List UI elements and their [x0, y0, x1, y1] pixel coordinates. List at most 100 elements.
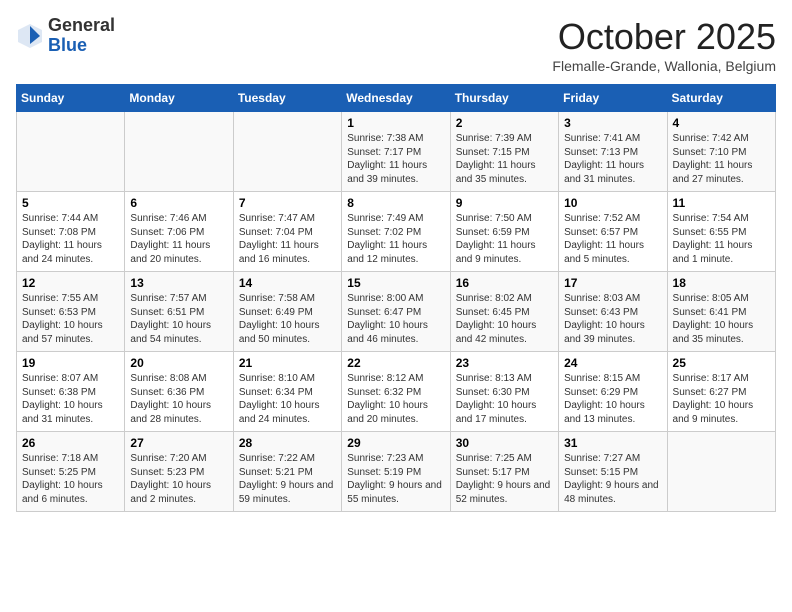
day-info: Sunrise: 8:02 AM Sunset: 6:45 PM Dayligh… [456, 292, 553, 346]
calendar-cell: 19Sunrise: 8:07 AM Sunset: 6:38 PM Dayli… [17, 352, 125, 432]
day-info: Sunrise: 8:13 AM Sunset: 6:30 PM Dayligh… [456, 372, 553, 426]
calendar-cell: 4 Sunrise: 7:42 AM Sunset: 7:10 PM Daylig… [667, 112, 775, 192]
weekday-header: Monday [125, 85, 233, 112]
day-number: 23 [456, 356, 553, 370]
calendar-cell: 1Sunrise: 7:38 AM Sunset: 7:17 PM Daylig… [342, 112, 450, 192]
page-header: General Blue October 2025 Flemalle-Grand… [16, 16, 776, 74]
weekday-header: Saturday [667, 85, 775, 112]
day-info: Sunrise: 7:41 AM Sunset: 7:13 PM Dayligh… [564, 132, 661, 186]
day-info: Sunrise: 8:03 AM Sunset: 6:43 PM Dayligh… [564, 292, 661, 346]
location-subtitle: Flemalle-Grande, Wallonia, Belgium [552, 58, 776, 74]
weekday-header: Friday [559, 85, 667, 112]
day-info: Sunrise: 8:17 AM Sunset: 6:27 PM Dayligh… [673, 372, 770, 426]
day-number: 11 [673, 196, 770, 210]
day-info: Sunrise: 7:18 AM Sunset: 5:25 PM Dayligh… [22, 452, 119, 506]
day-info: Sunrise: 7:23 AM Sunset: 5:19 PM Dayligh… [347, 452, 444, 506]
month-title: October 2025 [552, 16, 776, 58]
calendar-cell: 12 Sunrise: 7:55 AM Sunset: 6:53 PM Dayli… [17, 272, 125, 352]
day-number: 4 [673, 116, 770, 130]
calendar-cell: 31Sunrise: 7:27 AM Sunset: 5:15 PM Dayli… [559, 432, 667, 512]
calendar-cell: 17 Sunrise: 8:03 AM Sunset: 6:43 PM Dayli… [559, 272, 667, 352]
calendar-cell: 23 Sunrise: 8:13 AM Sunset: 6:30 PM Dayli… [450, 352, 558, 432]
day-number: 6 [130, 196, 227, 210]
calendar-cell: 20 Sunrise: 8:08 AM Sunset: 6:36 PM Dayli… [125, 352, 233, 432]
calendar-cell: 7 Sunrise: 7:47 AM Sunset: 7:04 PM Daylig… [233, 192, 341, 272]
calendar-cell: 10Sunrise: 7:52 AM Sunset: 6:57 PM Dayli… [559, 192, 667, 272]
day-info: Sunrise: 7:55 AM Sunset: 6:53 PM Dayligh… [22, 292, 119, 346]
day-number: 26 [22, 436, 119, 450]
day-info: Sunrise: 7:47 AM Sunset: 7:04 PM Dayligh… [239, 212, 336, 266]
calendar-cell: 26 Sunrise: 7:18 AM Sunset: 5:25 PM Dayli… [17, 432, 125, 512]
day-info: Sunrise: 7:39 AM Sunset: 7:15 PM Dayligh… [456, 132, 553, 186]
day-info: Sunrise: 7:54 AM Sunset: 6:55 PM Dayligh… [673, 212, 770, 266]
calendar-cell: 28Sunrise: 7:22 AM Sunset: 5:21 PM Dayli… [233, 432, 341, 512]
day-number: 27 [130, 436, 227, 450]
day-number: 9 [456, 196, 553, 210]
calendar-cell: 29Sunrise: 7:23 AM Sunset: 5:19 PM Dayli… [342, 432, 450, 512]
day-number: 31 [564, 436, 661, 450]
calendar-cell [17, 112, 125, 192]
calendar-cell: 9Sunrise: 7:50 AM Sunset: 6:59 PM Daylig… [450, 192, 558, 272]
day-info: Sunrise: 8:10 AM Sunset: 6:34 PM Dayligh… [239, 372, 336, 426]
calendar-cell: 22Sunrise: 8:12 AM Sunset: 6:32 PM Dayli… [342, 352, 450, 432]
calendar-cell: 11 Sunrise: 7:54 AM Sunset: 6:55 PM Dayli… [667, 192, 775, 272]
day-number: 15 [347, 276, 444, 290]
logo-blue: Blue [48, 35, 87, 55]
calendar-cell [125, 112, 233, 192]
day-number: 25 [673, 356, 770, 370]
day-number: 7 [239, 196, 336, 210]
day-info: Sunrise: 7:44 AM Sunset: 7:08 PM Dayligh… [22, 212, 119, 266]
day-number: 17 [564, 276, 661, 290]
calendar-cell: 13 Sunrise: 7:57 AM Sunset: 6:51 PM Dayli… [125, 272, 233, 352]
calendar-cell [667, 432, 775, 512]
day-number: 18 [673, 276, 770, 290]
logo-text: General Blue [48, 16, 115, 56]
weekday-header: Wednesday [342, 85, 450, 112]
calendar-cell: 25 Sunrise: 8:17 AM Sunset: 6:27 PM Dayli… [667, 352, 775, 432]
day-info: Sunrise: 7:42 AM Sunset: 7:10 PM Dayligh… [673, 132, 770, 186]
day-info: Sunrise: 8:08 AM Sunset: 6:36 PM Dayligh… [130, 372, 227, 426]
calendar-cell: 6 Sunrise: 7:46 AM Sunset: 7:06 PM Daylig… [125, 192, 233, 272]
logo-general: General [48, 15, 115, 35]
logo: General Blue [16, 16, 115, 56]
calendar-cell: 8 Sunrise: 7:49 AM Sunset: 7:02 PM Daylig… [342, 192, 450, 272]
day-number: 2 [456, 116, 553, 130]
day-info: Sunrise: 7:22 AM Sunset: 5:21 PM Dayligh… [239, 452, 336, 506]
day-info: Sunrise: 7:58 AM Sunset: 6:49 PM Dayligh… [239, 292, 336, 346]
weekday-header: Tuesday [233, 85, 341, 112]
day-info: Sunrise: 7:49 AM Sunset: 7:02 PM Dayligh… [347, 212, 444, 266]
day-info: Sunrise: 7:20 AM Sunset: 5:23 PM Dayligh… [130, 452, 227, 506]
weekday-header-row: SundayMondayTuesdayWednesdayThursdayFrid… [17, 85, 776, 112]
day-info: Sunrise: 8:00 AM Sunset: 6:47 PM Dayligh… [347, 292, 444, 346]
day-number: 1 [347, 116, 444, 130]
day-number: 30 [456, 436, 553, 450]
day-number: 12 [22, 276, 119, 290]
day-number: 8 [347, 196, 444, 210]
day-number: 19 [22, 356, 119, 370]
calendar-cell: 27 Sunrise: 7:20 AM Sunset: 5:23 PM Dayli… [125, 432, 233, 512]
calendar-week-row: 19Sunrise: 8:07 AM Sunset: 6:38 PM Dayli… [17, 352, 776, 432]
day-number: 13 [130, 276, 227, 290]
logo-icon [16, 22, 44, 50]
day-info: Sunrise: 7:57 AM Sunset: 6:51 PM Dayligh… [130, 292, 227, 346]
calendar-cell: 16Sunrise: 8:02 AM Sunset: 6:45 PM Dayli… [450, 272, 558, 352]
day-number: 14 [239, 276, 336, 290]
day-info: Sunrise: 7:46 AM Sunset: 7:06 PM Dayligh… [130, 212, 227, 266]
calendar-week-row: 5Sunrise: 7:44 AM Sunset: 7:08 PM Daylig… [17, 192, 776, 272]
calendar-cell: 21Sunrise: 8:10 AM Sunset: 6:34 PM Dayli… [233, 352, 341, 432]
day-info: Sunrise: 8:05 AM Sunset: 6:41 PM Dayligh… [673, 292, 770, 346]
calendar-cell: 2 Sunrise: 7:39 AM Sunset: 7:15 PM Daylig… [450, 112, 558, 192]
calendar-cell [233, 112, 341, 192]
day-info: Sunrise: 7:25 AM Sunset: 5:17 PM Dayligh… [456, 452, 553, 506]
day-info: Sunrise: 7:52 AM Sunset: 6:57 PM Dayligh… [564, 212, 661, 266]
day-number: 20 [130, 356, 227, 370]
calendar-cell: 5Sunrise: 7:44 AM Sunset: 7:08 PM Daylig… [17, 192, 125, 272]
day-info: Sunrise: 8:15 AM Sunset: 6:29 PM Dayligh… [564, 372, 661, 426]
day-number: 22 [347, 356, 444, 370]
day-number: 24 [564, 356, 661, 370]
weekday-header: Thursday [450, 85, 558, 112]
calendar-cell: 18 Sunrise: 8:05 AM Sunset: 6:41 PM Dayli… [667, 272, 775, 352]
weekday-header: Sunday [17, 85, 125, 112]
calendar-cell: 30 Sunrise: 7:25 AM Sunset: 5:17 PM Dayli… [450, 432, 558, 512]
title-block: October 2025 Flemalle-Grande, Wallonia, … [552, 16, 776, 74]
